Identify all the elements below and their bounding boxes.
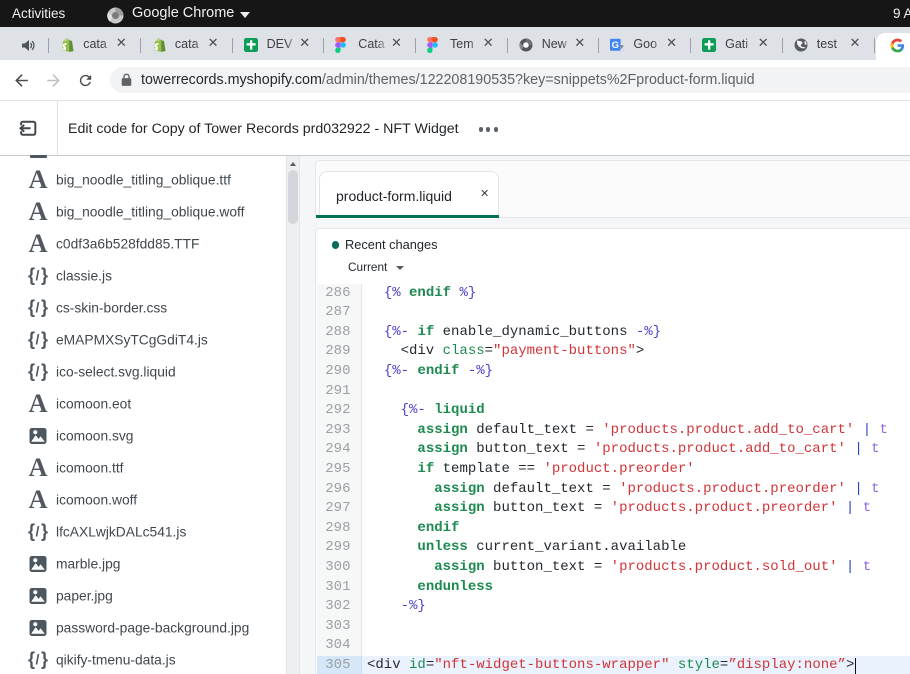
svg-text:G: G [612,40,619,51]
